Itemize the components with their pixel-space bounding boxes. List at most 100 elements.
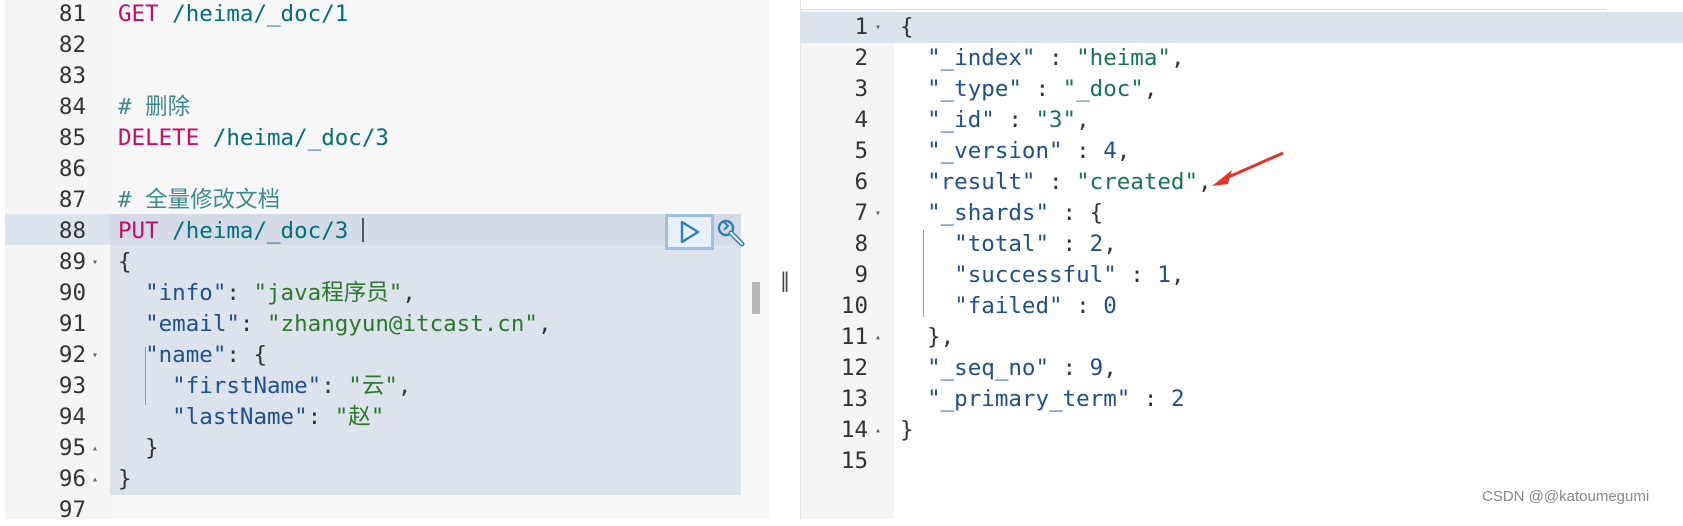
line-number: 6 [854,169,868,195]
code-token: "name" [118,342,227,368]
code-token: "_seq_no" [900,355,1050,381]
code-token: "failed" [900,293,1063,319]
code-token: : { [1049,200,1104,226]
code-token: : [1049,355,1090,381]
code-line[interactable]: "email": "zhangyun@itcast.cn", [118,309,552,340]
fold-expand-icon[interactable]: ▴ [92,464,98,495]
code-token: "_index" [900,45,1036,71]
code-token: 0 [1103,293,1117,319]
code-token: # 全量修改文档 [118,187,281,213]
code-line[interactable]: # 删除 [118,92,190,123]
line-number: 88 [58,218,86,244]
code-line: "result" : "created", [900,167,1212,198]
response-top-border [801,9,1606,10]
code-token: # 删除 [118,94,191,120]
code-line[interactable]: PUT /heima/_doc/3 [118,216,348,247]
code-token: { [900,14,914,40]
fold-collapse-icon[interactable]: ▾ [92,247,98,278]
code-token: : [1035,45,1077,71]
code-token: : [1062,293,1104,319]
code-line[interactable]: "name": { [118,340,267,371]
code-line[interactable]: } [118,433,159,464]
code-token: : [994,107,1036,133]
run-request-button[interactable] [665,214,714,250]
line-number: 81 [58,1,86,27]
code-token: /heima/_doc/3 [158,218,349,244]
code-token: "zhangyun@itcast.cn" [267,311,538,337]
line-number: 89 [58,249,86,275]
line-number: 87 [58,187,86,213]
response-active-line [801,12,1683,43]
fold-collapse-icon[interactable]: ▾ [92,340,98,371]
code-token: "successful" [900,262,1117,288]
code-line: "_index" : "heima", [900,43,1184,74]
code-token: , [1143,76,1158,102]
code-line[interactable]: DELETE /heima/_doc/3 [118,123,389,154]
code-line: "total" : 2, [900,229,1117,260]
code-token: "result" [900,169,1036,195]
code-token: , [1076,107,1090,133]
code-line[interactable]: "firstName": "云", [118,371,411,402]
request-scrollbar[interactable] [752,282,760,314]
code-token: , [537,311,552,337]
line-number: 85 [58,125,86,151]
line-number: 7 [854,200,868,226]
fold-collapse-icon[interactable]: ▾ [875,198,881,229]
code-token: : [1062,138,1104,164]
fold-expand-icon[interactable]: ▴ [875,415,881,446]
play-icon [680,220,699,244]
indent-guide [145,347,146,405]
code-token: : [321,373,349,399]
fold-expand-icon[interactable]: ▴ [92,433,98,464]
code-line[interactable]: GET /heima/_doc/1 [118,0,348,30]
code-token: , [402,280,416,306]
line-number: 92 [58,342,86,368]
line-number: 82 [58,32,86,58]
line-number: 10 [840,293,868,319]
code-token: , [397,373,412,399]
code-token: 9 [1089,355,1104,381]
fold-collapse-icon[interactable]: ▾ [875,12,881,43]
wrench-icon[interactable] [716,218,746,248]
code-token: "info" [118,280,227,306]
line-number: 97 [58,497,86,523]
code-token: "_type" [900,76,1022,102]
code-token: , [1103,355,1117,381]
line-number: 13 [840,386,868,412]
fold-expand-icon[interactable]: ▴ [875,322,881,353]
line-number: 11 [840,324,868,350]
watermark: CSDN @@katoumegumi [1482,488,1650,505]
code-token: "created" [1076,169,1199,195]
code-token: "云" [348,373,398,399]
line-number: 9 [854,262,868,288]
code-token: : [1021,76,1063,102]
code-token: }, [900,324,955,350]
line-number: 3 [854,76,868,102]
line-number: 93 [58,373,86,399]
code-token: "java程序员" [253,280,403,306]
code-token: "赵" [334,404,385,430]
code-token: } [900,417,914,443]
code-token: , [1170,45,1185,71]
resize-handle-icon[interactable]: ‖ [780,268,790,292]
code-line: "_version" : 4, [900,136,1130,167]
code-token: , [1116,138,1131,164]
code-token: "_id" [900,107,995,133]
code-line[interactable]: "info": "java程序员", [118,278,416,309]
code-line[interactable]: { [118,247,132,278]
code-token: 2 [1170,386,1185,412]
code-line[interactable]: } [118,464,132,495]
code-token: : [1035,169,1077,195]
line-number: 90 [58,280,86,306]
code-line: "_id" : "3", [900,105,1090,136]
code-line: { [900,12,914,43]
code-line[interactable]: # 全量修改文档 [118,185,280,216]
code-token: PUT [118,218,159,244]
code-line[interactable]: "lastName": "赵" [118,402,384,433]
line-number: 83 [58,63,86,89]
code-line: "_type" : "_doc", [900,74,1157,105]
code-token: , [1103,231,1117,257]
code-token: "email" [118,311,240,337]
code-token: 4 [1103,138,1117,164]
code-token: "_doc" [1062,76,1144,102]
